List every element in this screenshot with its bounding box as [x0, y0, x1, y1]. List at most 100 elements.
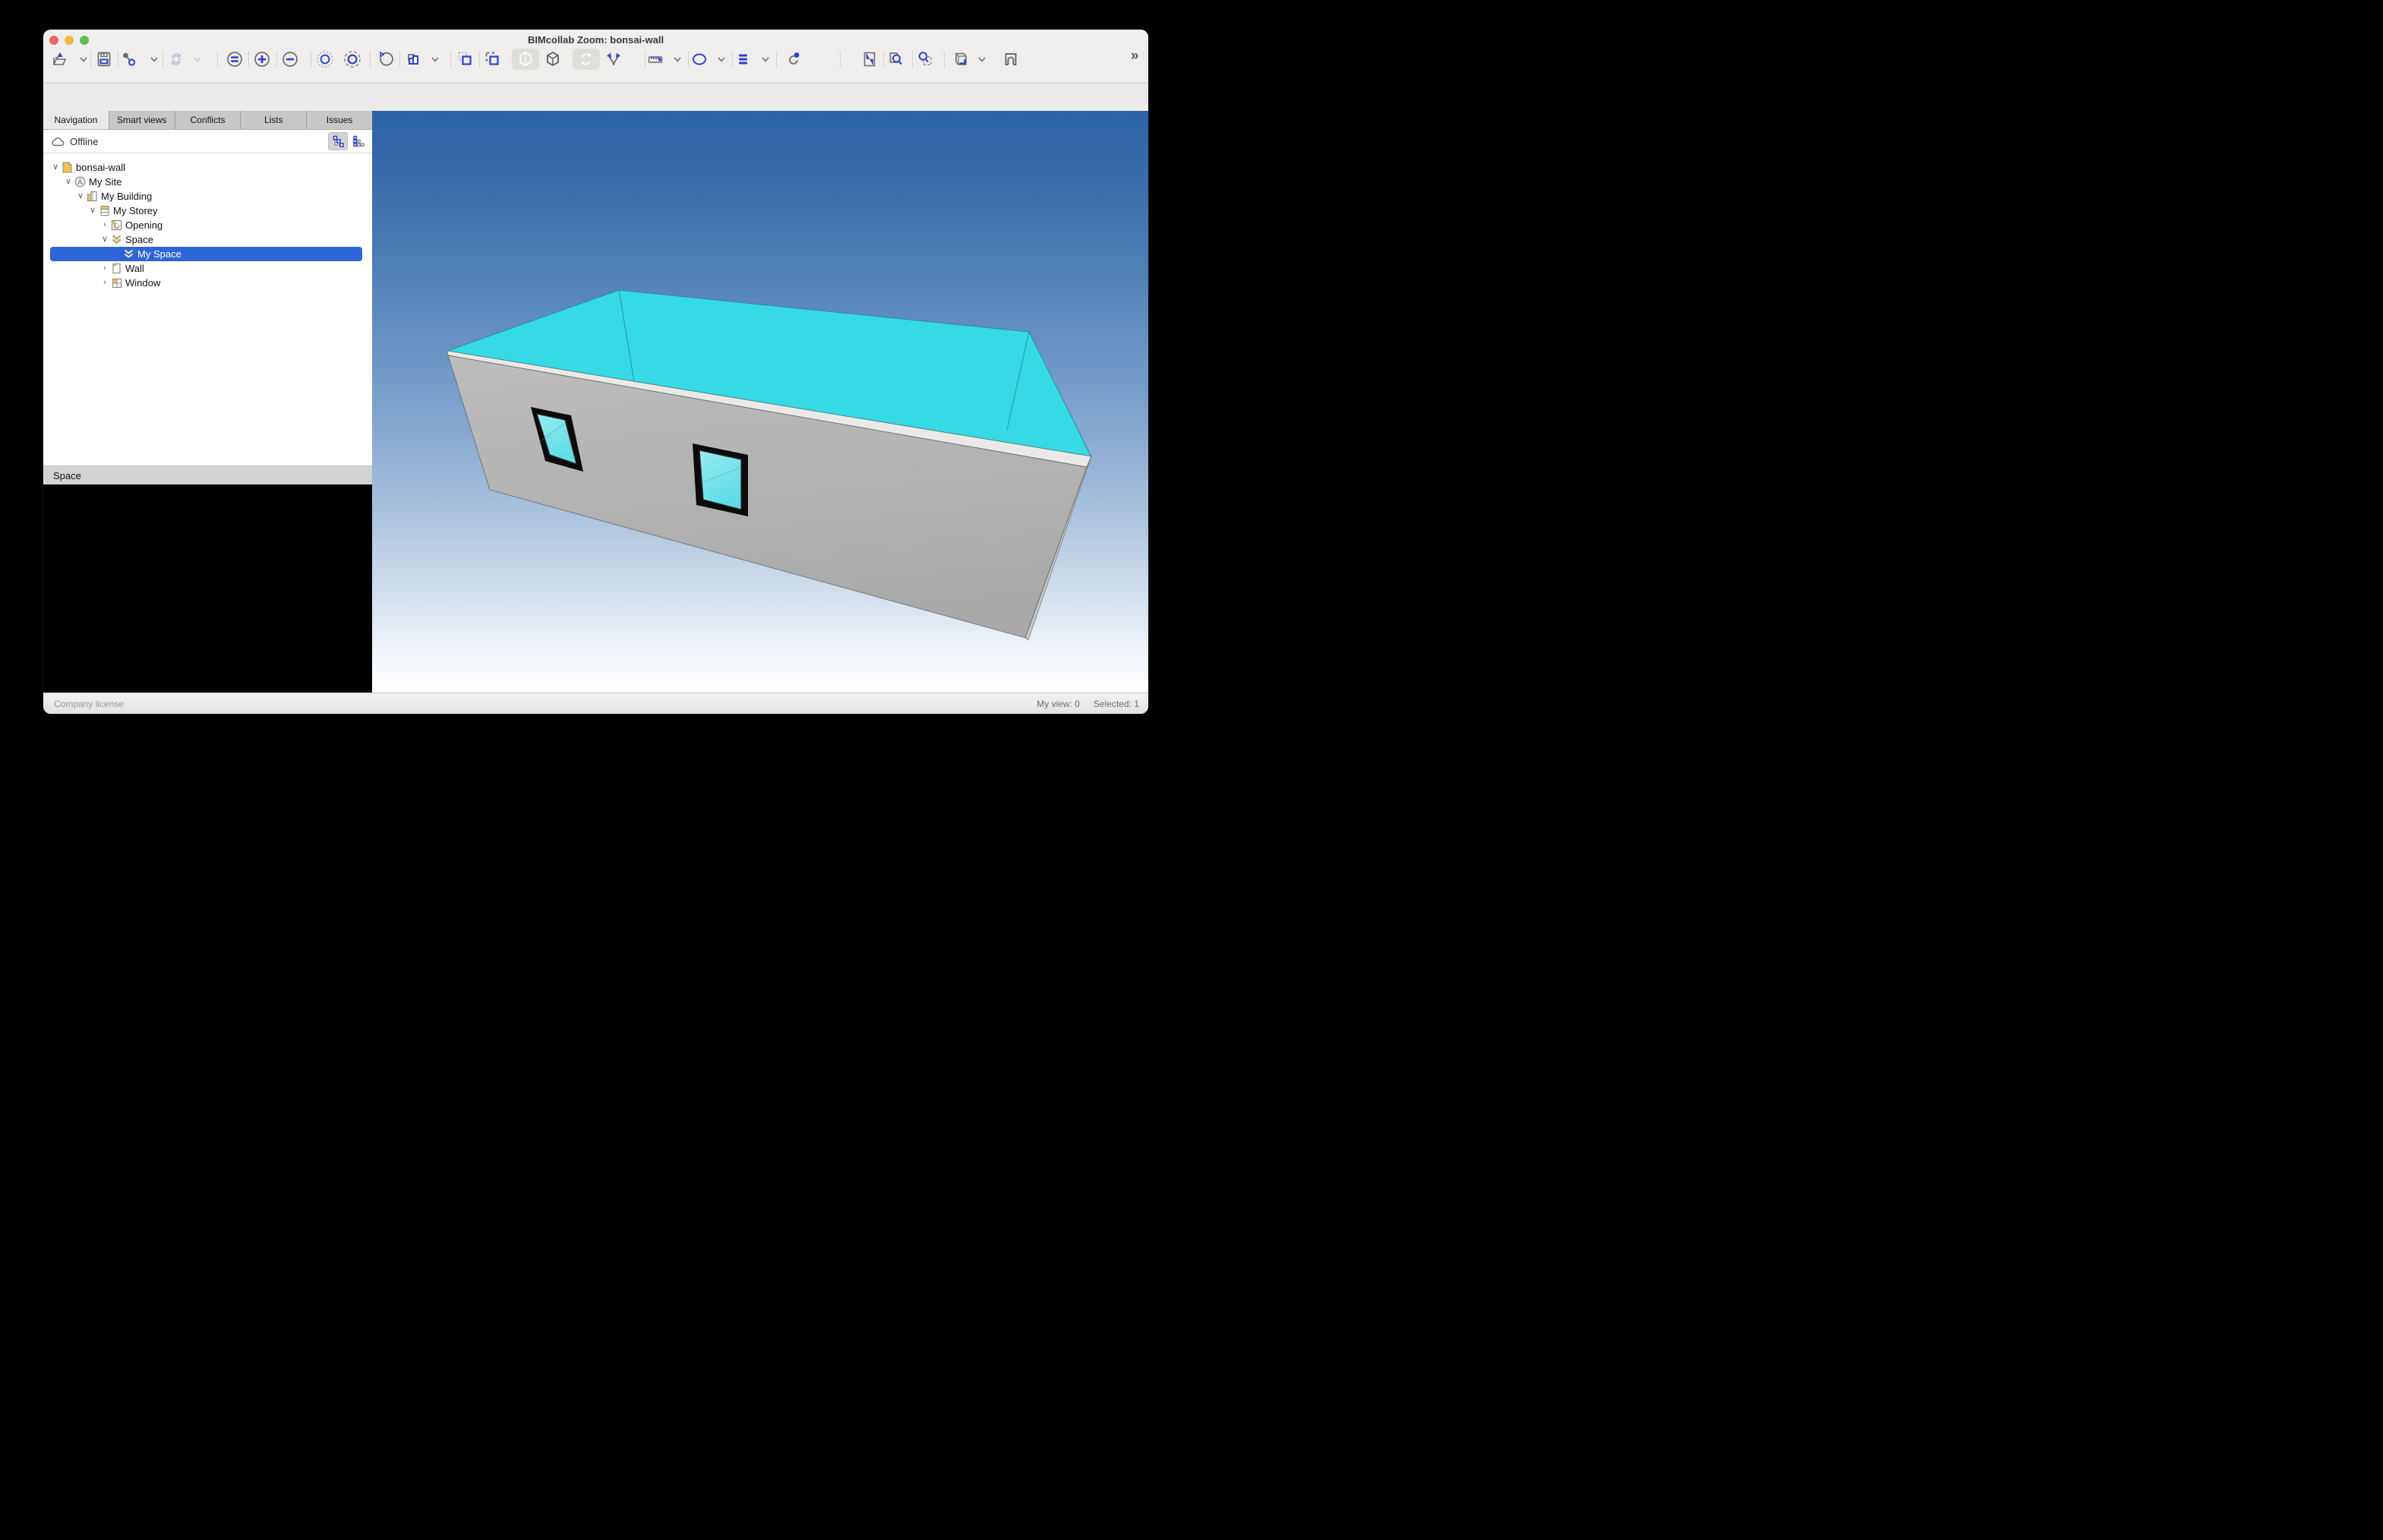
tree-item-window[interactable]: › Window	[43, 276, 372, 290]
sync-dropdown[interactable]	[186, 49, 209, 70]
circle-plus-icon	[253, 50, 271, 68]
section-circle-dropdown[interactable]	[710, 49, 733, 70]
sync-refresh-button[interactable]	[165, 49, 188, 70]
bookmark-section-button[interactable]	[999, 49, 1022, 70]
rotate-ccw-icon	[377, 50, 395, 68]
section-lines-button[interactable]	[732, 49, 755, 70]
section-box-button[interactable]	[948, 49, 971, 70]
views-stack-icon	[404, 50, 422, 68]
chevron-down-icon	[716, 54, 727, 65]
link-icon	[121, 51, 137, 68]
tree-item-bonsai-wall[interactable]: ∨ bonsai-wall	[43, 160, 372, 175]
saved-views-dropdown[interactable]	[424, 49, 447, 70]
reset-view-button[interactable]	[374, 49, 397, 70]
solid-mode-button[interactable]	[541, 49, 564, 70]
space-icon	[110, 234, 123, 245]
tree-item-space[interactable]: ∨ Space	[43, 232, 372, 247]
zoom-in-button[interactable]	[251, 49, 273, 70]
disclosure-expanded-icon[interactable]: ∨	[99, 232, 110, 247]
toolbar-overflow-button[interactable]: »	[1131, 48, 1138, 65]
tree-item-label: Opening	[125, 219, 163, 231]
disclosure-expanded-icon[interactable]: ∨	[87, 204, 98, 218]
measure-dropdown[interactable]	[666, 49, 689, 70]
open-model-button[interactable]	[49, 49, 71, 70]
select-paste-button[interactable]	[481, 49, 504, 70]
tab-issues[interactable]: Issues	[307, 111, 372, 129]
save-icon	[96, 51, 112, 68]
zoom-window-button[interactable]	[914, 49, 936, 70]
titlebar-toolbar: BIMcollab Zoom: bonsai-wall	[43, 30, 1148, 84]
split-path-button[interactable]	[602, 49, 625, 70]
tree-item-wall[interactable]: › Wall	[43, 261, 372, 276]
flat-list-icon	[352, 135, 365, 147]
chevron-down-icon	[149, 54, 159, 65]
highlight-selection-button[interactable]	[314, 49, 336, 70]
save-button[interactable]	[93, 49, 115, 70]
circle-equals-icon	[226, 50, 244, 68]
magnifier-icon	[887, 50, 905, 68]
tree-view-toggle-button[interactable]	[328, 132, 348, 150]
zoom-out-button[interactable]	[279, 49, 301, 70]
app-window: BIMcollab Zoom: bonsai-wall	[43, 30, 1148, 714]
link-button[interactable]	[118, 49, 140, 70]
disclosure-expanded-icon[interactable]: ∨	[63, 175, 74, 189]
tree-item-my-building[interactable]: ∨ My Building	[43, 189, 372, 204]
fit-view-button[interactable]	[859, 49, 882, 70]
panel-empty-area	[43, 484, 372, 693]
section-circle-button[interactable]	[688, 49, 711, 70]
measure-button[interactable]	[644, 49, 667, 70]
tree-item-label: My Building	[101, 191, 152, 202]
tree-item-label: My Storey	[113, 205, 158, 216]
fit-view-icon	[861, 50, 879, 68]
ifc-file-icon	[61, 162, 74, 173]
isolate-selection-button[interactable]	[341, 49, 364, 70]
tab-conflicts[interactable]: Conflicts	[175, 111, 241, 129]
circle-minus-icon	[281, 50, 299, 68]
tree-item-label: Space	[125, 234, 153, 245]
connection-status-row: Offline	[43, 130, 372, 153]
flat-list-toggle-button[interactable]	[349, 133, 368, 150]
disclosure-collapsed-icon[interactable]: ›	[99, 218, 110, 232]
disclosure-expanded-icon[interactable]: ∨	[75, 189, 86, 204]
tab-smart-views[interactable]: Smart views	[109, 111, 175, 129]
model-tree: ∨ bonsai-wall ∨ My Site ∨ My Building ∨	[43, 153, 372, 465]
disclosure-collapsed-icon[interactable]: ›	[99, 261, 110, 276]
tree-item-my-space-selected[interactable]: My Space	[50, 247, 362, 261]
tree-item-my-storey[interactable]: ∨ My Storey	[43, 204, 372, 218]
disclosure-expanded-icon[interactable]: ∨	[50, 160, 61, 175]
saved-views-button[interactable]	[402, 49, 425, 70]
zoom-lens-button[interactable]	[885, 49, 907, 70]
auto-sync-button[interactable]	[573, 49, 600, 70]
license-label: Company license	[54, 699, 1037, 709]
lines-icon	[734, 50, 753, 68]
bracket-curve-icon	[1002, 50, 1020, 68]
marquee-dotted-icon	[456, 50, 475, 68]
dotted-circle-icon	[315, 49, 335, 69]
ghost-mode-button[interactable]	[512, 49, 539, 70]
viewport-3d[interactable]	[372, 111, 1148, 693]
tree-item-opening[interactable]: › Opening	[43, 218, 372, 232]
box-3d-icon	[951, 50, 969, 68]
tab-navigation[interactable]: Navigation	[43, 111, 109, 129]
section-box-dropdown[interactable]	[971, 49, 993, 70]
space-instance-icon	[122, 248, 135, 260]
window-2-glass[interactable]	[699, 450, 741, 510]
navigation-panel: Navigation Smart views Conflicts Lists I…	[43, 111, 372, 693]
open-model-icon	[52, 51, 68, 68]
tree-item-my-site[interactable]: ∨ My Site	[43, 175, 372, 189]
wall-icon	[110, 263, 123, 274]
select-marquee-button[interactable]	[454, 49, 477, 70]
magnifier-dashed-icon	[916, 50, 934, 68]
chevron-down-icon	[977, 54, 987, 65]
section-lines-dropdown[interactable]	[754, 49, 777, 70]
selection-type-bar: Space	[43, 465, 372, 484]
window-title: BIMcollab Zoom: bonsai-wall	[43, 34, 1148, 46]
disclosure-collapsed-icon[interactable]: ›	[99, 276, 110, 290]
open-model-dropdown[interactable]	[72, 49, 95, 70]
tab-lists[interactable]: Lists	[241, 111, 307, 129]
opening-icon	[110, 219, 123, 231]
dashed-circle-icon	[342, 49, 362, 69]
zoom-extents-button[interactable]	[223, 49, 246, 70]
clipping-plane-button[interactable]	[783, 49, 806, 70]
chevron-down-icon	[78, 54, 89, 65]
